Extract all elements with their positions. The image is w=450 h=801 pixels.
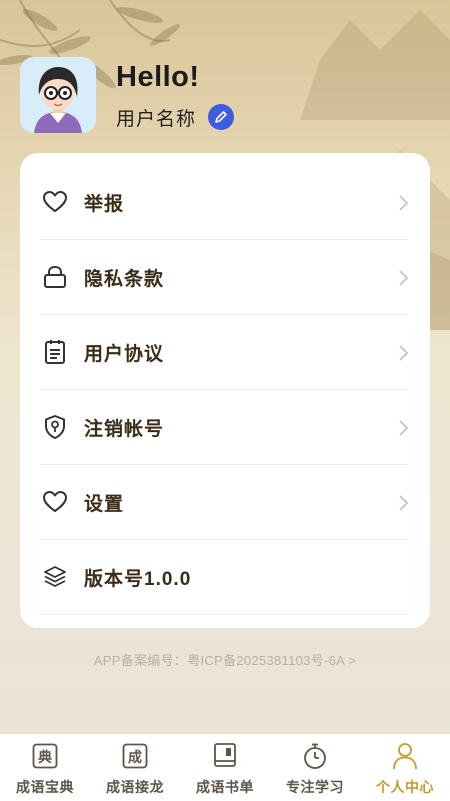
chevron-right-icon (399, 195, 409, 211)
pencil-icon (215, 111, 227, 123)
menu-item-label: 隐私条款 (84, 268, 165, 290)
stopwatch-icon (300, 741, 330, 771)
icp-filing-link[interactable]: APP备案编号：粤ICP备2025381103号-6A > (0, 650, 450, 669)
tab-glyph: 典 (38, 748, 52, 765)
menu-item-label: 用户协议 (84, 343, 165, 365)
chevron-right-icon (399, 420, 409, 436)
dictionary-glyph-icon: 典 (30, 741, 60, 771)
tab-personal-center[interactable]: 个人中心 (360, 734, 450, 801)
shield-key-icon (41, 413, 69, 441)
username-label: 用户名称 (116, 109, 197, 130)
menu-item-user-agreement[interactable]: 用户协议 (40, 315, 409, 390)
greeting-title: Hello! (116, 61, 200, 93)
tab-focus-study[interactable]: 专注学习 (270, 734, 360, 801)
tab-glyph: 成 (128, 748, 142, 765)
avatar[interactable] (20, 57, 96, 133)
tab-label: 专注学习 (286, 779, 344, 795)
chevron-right-icon (399, 270, 409, 286)
person-icon (390, 741, 420, 771)
heart-icon (41, 188, 69, 216)
menu-item-label: 举报 (84, 193, 125, 215)
clipboard-icon (41, 338, 69, 366)
profile-header: Hello! 用户名称 (20, 57, 430, 137)
tab-label: 个人中心 (376, 779, 434, 795)
menu-item-delete-account[interactable]: 注销帐号 (40, 390, 409, 465)
version-label: 版本号1.0.0 (84, 568, 192, 590)
menu-item-label: 注销帐号 (84, 418, 165, 440)
menu-item-label: 设置 (84, 493, 125, 515)
tab-idiom-booklist[interactable]: 成语书单 (180, 734, 270, 801)
menu-item-privacy[interactable]: 隐私条款 (40, 240, 409, 315)
menu-item-report[interactable]: 举报 (40, 165, 409, 240)
tab-idiom-dictionary[interactable]: 典 成语宝典 (0, 734, 90, 801)
bottom-tab-bar: 典 成语宝典 成 成语接龙 成语书单 专注学习 个人中心 (0, 733, 450, 801)
menu-item-settings[interactable]: 设置 (40, 465, 409, 540)
heart-icon (41, 488, 69, 516)
tab-label: 成语接龙 (106, 779, 164, 795)
tab-label: 成语书单 (196, 779, 254, 795)
layers-icon (41, 563, 69, 591)
lock-icon (41, 263, 69, 291)
tab-idiom-chain[interactable]: 成 成语接龙 (90, 734, 180, 801)
tab-label: 成语宝典 (16, 779, 74, 795)
chain-glyph-icon: 成 (120, 741, 150, 771)
menu-item-version: 版本号1.0.0 (40, 540, 408, 615)
settings-menu-card: 举报 隐私条款 用户协议 注销帐号 设置 版本号1.0.0 (20, 153, 430, 628)
book-icon (210, 741, 240, 771)
edit-username-button[interactable] (208, 104, 234, 130)
chevron-right-icon (399, 495, 409, 511)
chevron-right-icon (399, 345, 409, 361)
cartoon-girl-avatar-icon (20, 57, 96, 133)
